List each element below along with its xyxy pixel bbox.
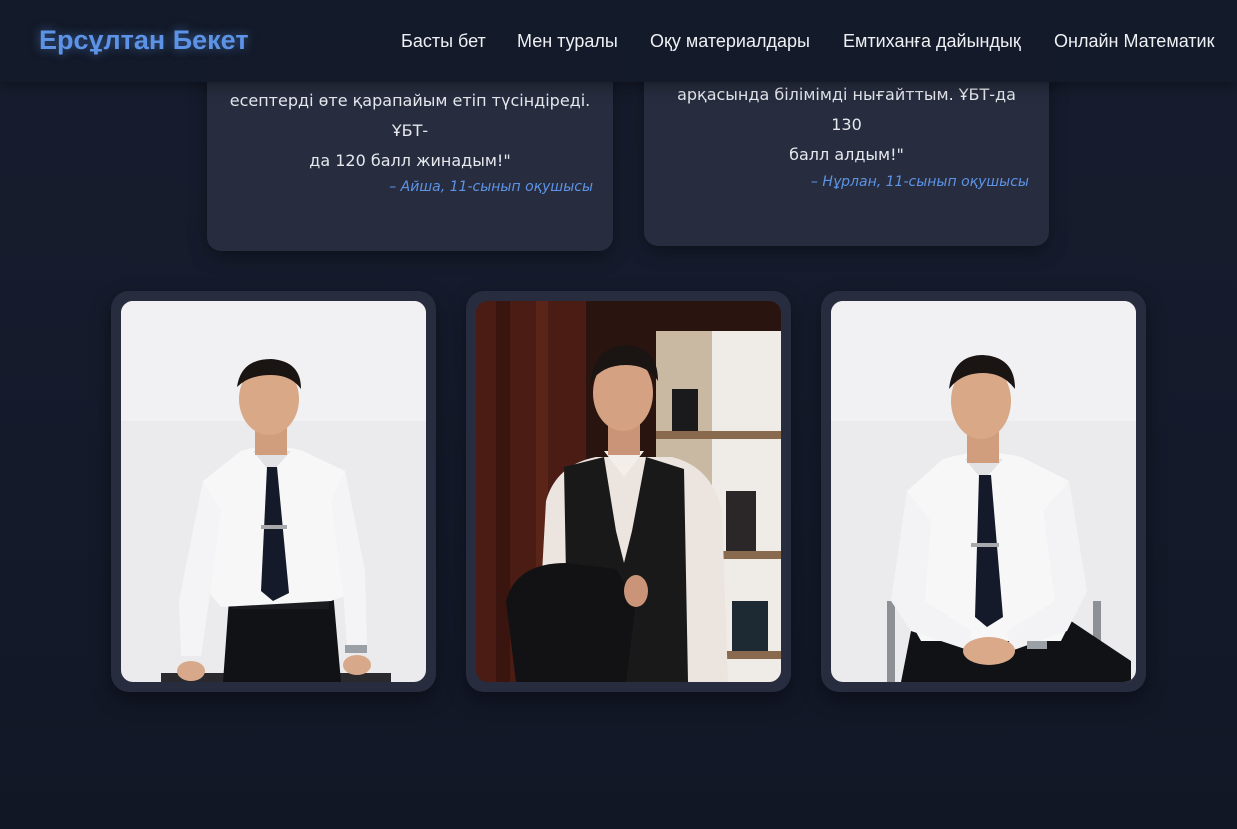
nav-link-online-math[interactable]: Онлайн Математик [1054,31,1214,52]
portrait-vest-photo [476,301,781,682]
testimonial-quote-line: балл алдым!" [789,145,904,164]
gallery-card [821,291,1146,692]
nav-link-about[interactable]: Мен туралы [517,31,618,52]
testimonial-quote-line: есептерді өте қарапайым етіп түсіндіреді… [229,91,591,140]
testimonial-quote: арқасында білімімді нығайттым. ҰБТ-да 13… [666,80,1027,170]
gallery-card [466,291,791,692]
nav-link-home[interactable]: Басты бет [401,31,486,52]
nav-link-exam-prep[interactable]: Емтиханға дайындық [843,31,1021,52]
testimonial-quote: есептерді өте қарапайым етіп түсіндіреді… [229,86,591,176]
portrait-seated-photo [831,301,1136,682]
testimonial-quote-line: да 120 балл жинадым!" [309,151,511,170]
gallery-card [111,291,436,692]
testimonial-author: – Айша, 11-сынып оқушысы [389,179,593,195]
portrait-standing-photo [121,301,426,682]
nav-link-materials[interactable]: Оқу материалдары [650,31,810,52]
brand-logo-link[interactable]: Ерсұлтан Бекет [39,25,249,56]
top-navbar: Ерсұлтан Бекет Басты бет Мен туралы Оқу … [0,0,1237,82]
testimonial-author: – Нұрлан, 11-сынып оқушысы [810,174,1029,190]
testimonial-quote-line: арқасында білімімді нығайттым. ҰБТ-да 13… [677,85,1016,134]
